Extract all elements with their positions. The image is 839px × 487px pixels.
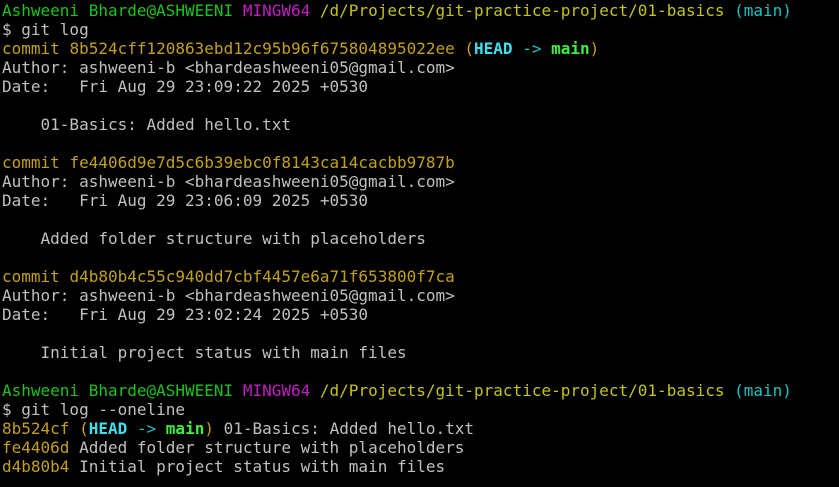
terminal-window[interactable]: Ashweeni Bharde@ASHWEENI MINGW64 /d/Proj… xyxy=(0,0,839,487)
head-label: HEAD xyxy=(88,419,128,438)
commit-author: Author: ashweeni-b <bhardeashweeni05@gma… xyxy=(2,58,455,77)
commit-header: commit 8b524cff120863ebd12c95b96f6758048… xyxy=(2,39,839,58)
commit-word: commit xyxy=(2,39,60,58)
decoration-close: ) xyxy=(589,39,600,58)
commit-date: Date: Fri Aug 29 23:02:24 2025 +0530 xyxy=(2,305,369,324)
prompt-path: /d/Projects/git-practice-project/01-basi… xyxy=(319,381,725,400)
oneline-message: 01-Basics: Added hello.txt xyxy=(223,419,475,438)
oneline-message: Initial project status with main files xyxy=(79,457,446,476)
commit-hash: d4b80b4c55c940dd7cbf4457e6a71f653800f7ca xyxy=(69,267,455,286)
commit-word: commit xyxy=(2,267,60,286)
commit-header: commit d4b80b4c55c940dd7cbf4457e6a71f653… xyxy=(2,267,839,286)
prompt-branch: (main) xyxy=(734,1,792,20)
branch-label: main xyxy=(551,39,590,58)
prompt-line: Ashweeni Bharde@ASHWEENI MINGW64 /d/Proj… xyxy=(2,381,839,400)
commit-message: Added folder structure with placeholders xyxy=(2,229,426,248)
prompt-user-host: Ashweeni Bharde@ASHWEENI xyxy=(2,381,234,400)
decoration-close: ) xyxy=(204,419,214,438)
commit-word: commit xyxy=(2,153,60,172)
prompt-shell: MINGW64 xyxy=(242,1,311,20)
branch-label: main xyxy=(165,419,205,438)
decoration-open: ( xyxy=(79,419,89,438)
head-arrow: -> xyxy=(522,39,542,58)
prompt-user-host: Ashweeni Bharde@ASHWEENI xyxy=(2,1,234,20)
oneline-entry: d4b80b4 Initial project status with main… xyxy=(2,457,839,476)
oneline-hash: 8b524cf xyxy=(2,419,70,438)
oneline-hash: fe4406d xyxy=(2,438,70,457)
oneline-message: Added folder structure with placeholders xyxy=(79,438,465,457)
head-label: HEAD xyxy=(474,39,513,58)
commit-author: Author: ashweeni-b <bhardeashweeni05@gma… xyxy=(2,286,455,305)
commit-date: Date: Fri Aug 29 23:06:09 2025 +0530 xyxy=(2,191,369,210)
commit-message: Initial project status with main files xyxy=(2,343,407,362)
oneline-entry: fe4406d Added folder structure with plac… xyxy=(2,438,839,457)
command-line: $ git log --oneline xyxy=(2,400,186,419)
commit-author: Author: ashweeni-b <bhardeashweeni05@gma… xyxy=(2,172,455,191)
command-line: $ git log xyxy=(2,20,89,39)
commit-header: commit fe4406d9e7d5c6b39ebc0f8143ca14cac… xyxy=(2,153,839,172)
prompt-path: /d/Projects/git-practice-project/01-basi… xyxy=(319,1,725,20)
commit-hash: 8b524cff120863ebd12c95b96f675804895022ee xyxy=(69,39,455,58)
head-arrow: -> xyxy=(136,419,157,438)
commit-date: Date: Fri Aug 29 23:09:22 2025 +0530 xyxy=(2,77,369,96)
prompt-line: Ashweeni Bharde@ASHWEENI MINGW64 /d/Proj… xyxy=(2,1,839,20)
prompt-branch: (main) xyxy=(734,381,792,400)
oneline-entry: 8b524cf (HEAD -> main) 01-Basics: Added … xyxy=(2,419,839,438)
commit-hash: fe4406d9e7d5c6b39ebc0f8143ca14cacbb9787b xyxy=(69,153,455,172)
commit-message: 01-Basics: Added hello.txt xyxy=(2,115,291,134)
oneline-hash: d4b80b4 xyxy=(2,457,70,476)
prompt-shell: MINGW64 xyxy=(242,381,311,400)
decoration-open: ( xyxy=(464,39,475,58)
